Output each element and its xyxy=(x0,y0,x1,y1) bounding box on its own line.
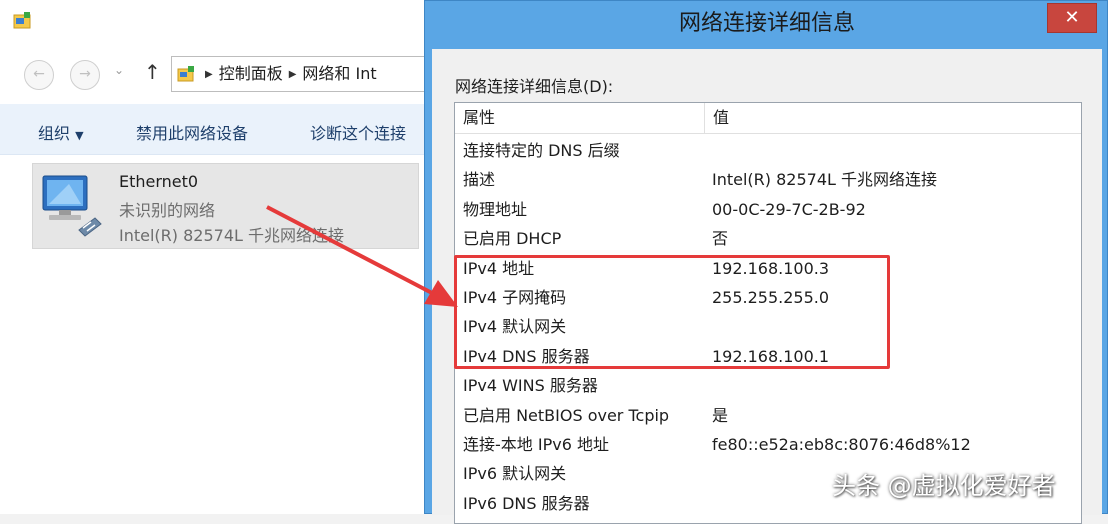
caret-down-icon: ▼ xyxy=(75,129,84,142)
column-header-value[interactable]: 值 xyxy=(705,103,1081,133)
detail-property: 已启用 NetBIOS over Tcpip xyxy=(463,405,670,425)
close-icon: ✕ xyxy=(1064,7,1080,28)
dialog-title: 网络连接详细信息 xyxy=(678,11,855,36)
diagnose-connection-button[interactable]: 诊断这个连接 xyxy=(310,120,406,144)
back-button[interactable]: ← xyxy=(24,60,54,90)
detail-row[interactable]: 已启用 DHCP 否 xyxy=(455,224,1081,253)
forward-arrow-icon: → xyxy=(79,66,91,82)
details-list-label: 网络连接详细信息(D): xyxy=(455,77,614,96)
detail-value: fe80::e52a:eb8c:8076:46d8%12 xyxy=(712,435,971,454)
close-button[interactable]: ✕ xyxy=(1047,3,1097,33)
disable-device-button[interactable]: 禁用此网络设备 xyxy=(136,120,248,144)
detail-row[interactable]: 描述 Intel(R) 82574L 千兆网络连接 xyxy=(455,165,1081,194)
address-bar[interactable]: ▶ 控制面板 ▶ 网络和 Int xyxy=(171,56,426,92)
recent-locations-button[interactable]: ⌄ xyxy=(114,63,124,77)
breadcrumb-chevron-icon: ▶ xyxy=(288,69,297,80)
forward-button[interactable]: → xyxy=(70,60,100,90)
adapter-status: 未识别的网络 xyxy=(119,201,216,220)
back-arrow-icon: ← xyxy=(33,66,45,82)
organize-menu[interactable]: 组织 ▼ xyxy=(38,120,84,144)
organize-label: 组织 xyxy=(38,124,71,143)
network-folder-icon xyxy=(13,12,31,29)
network-adapter-icon xyxy=(42,175,102,237)
detail-property: IPv6 默认网关 xyxy=(463,464,567,484)
detail-property: 连接-本地 IPv6 地址 xyxy=(463,435,609,454)
detail-row[interactable]: 已启用 NetBIOS over Tcpip 是 xyxy=(455,401,1081,430)
detail-row[interactable]: 连接-本地 IPv6 地址 fe80::e52a:eb8c:8076:46d8%1… xyxy=(455,430,1081,459)
detail-property: 物理地址 xyxy=(463,199,528,219)
explorer-titlebar xyxy=(0,0,425,40)
command-bar: 组织 ▼ 禁用此网络设备 诊断这个连接 xyxy=(0,104,425,155)
up-arrow-icon: ↑ xyxy=(144,60,161,84)
detail-value: 否 xyxy=(712,229,729,249)
detail-row[interactable]: 物理地址 00-0C-29-7C-2B-92 xyxy=(455,195,1081,224)
detail-property: IPv6 DNS 服务器 xyxy=(463,493,590,513)
network-connections-window: ← → ⌄ ↑ ▶ 控制面板 ▶ 网络和 Int 组织 ▼ 禁用此网络设备 诊断这个连… xyxy=(0,0,426,514)
chevron-down-icon: ⌄ xyxy=(114,63,125,77)
breadcrumb-control-panel[interactable]: 控制面板 xyxy=(219,64,283,83)
breadcrumb-network[interactable]: 网络和 Int xyxy=(302,64,376,83)
detail-value: 00-0C-29-7C-2B-92 xyxy=(712,199,866,219)
adapter-item-ethernet0[interactable]: Ethernet0 未识别的网络 Intel(R) 82574L 千兆网络连接 xyxy=(32,163,419,249)
detail-property: IPv4 WINS 服务器 xyxy=(463,376,598,396)
detail-property: 连接特定的 DNS 后缀 xyxy=(463,141,620,160)
detail-property: 已启用 DHCP xyxy=(463,229,562,249)
breadcrumb-chevron-icon: ▶ xyxy=(205,69,213,80)
detail-property: 描述 xyxy=(463,170,496,190)
watermark-text: 头条 @虚拟化爱好者 xyxy=(832,472,1056,500)
adapter-description: Intel(R) 82574L 千兆网络连接 xyxy=(119,226,345,245)
detail-value: Intel(R) 82574L 千兆网络连接 xyxy=(712,170,938,190)
up-button[interactable]: ↑ xyxy=(144,60,161,84)
detail-row[interactable]: 连接特定的 DNS 后缀 xyxy=(455,136,1081,165)
column-header-property[interactable]: 属性 xyxy=(455,103,705,133)
adapter-name: Ethernet0 xyxy=(119,172,199,191)
detail-value: 是 xyxy=(712,405,729,425)
list-header: 属性 值 xyxy=(455,103,1081,134)
ipv4-highlight-box xyxy=(454,255,890,369)
control-panel-icon xyxy=(177,65,194,81)
detail-row[interactable]: IPv4 WINS 服务器 xyxy=(455,371,1081,400)
